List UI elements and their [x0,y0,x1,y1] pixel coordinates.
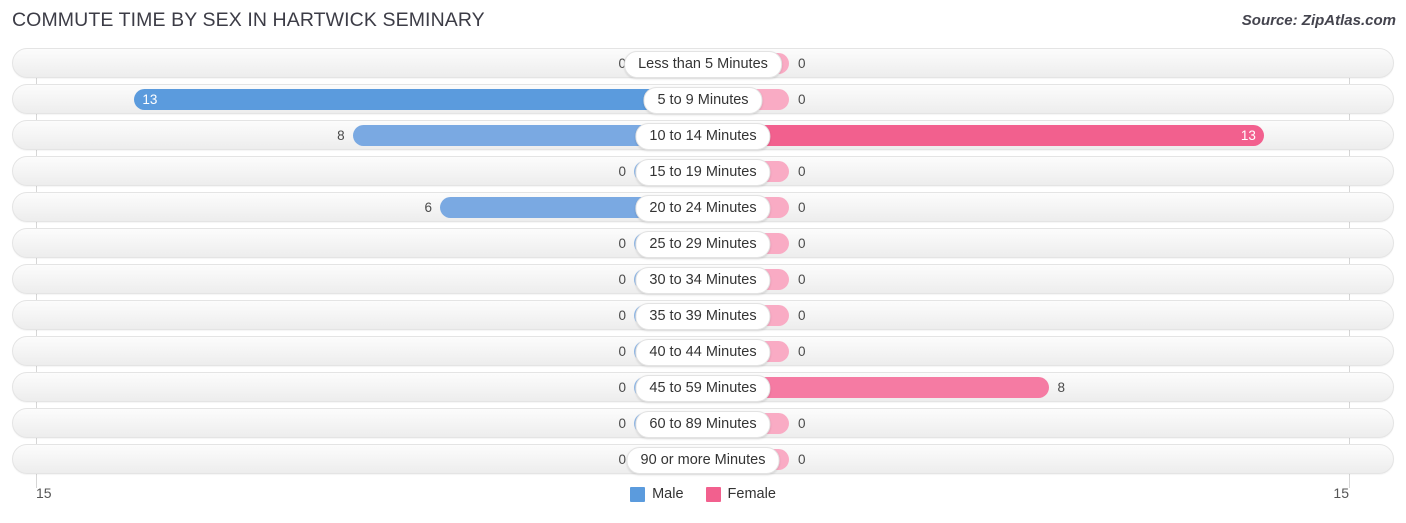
value-label-female: 0 [798,164,806,179]
value-label-female: 0 [798,308,806,323]
table-row: 0 0 Less than 5 Minutes [12,48,1394,78]
value-label-female: 0 [798,416,806,431]
value-label-female: 0 [798,56,806,71]
value-label-male: 13 [142,92,158,107]
category-label: 10 to 14 Minutes [635,123,771,150]
table-row: 0 0 40 to 44 Minutes [12,336,1394,366]
value-label-male: 0 [618,344,626,359]
value-label-male: 6 [424,200,432,215]
value-label-male: 0 [618,272,626,287]
category-label: 25 to 29 Minutes [635,231,771,258]
table-row: 8 13 10 to 14 Minutes [12,120,1394,150]
table-row: 13 0 5 to 9 Minutes [12,84,1394,114]
legend-swatch-icon [705,486,721,502]
value-label-male: 0 [618,452,626,467]
category-label: 45 to 59 Minutes [635,375,771,402]
chart-plot-area: 0 0 Less than 5 Minutes 13 0 5 to 9 Minutes 8 1… [12,48,1394,488]
value-label-male: 0 [618,308,626,323]
category-label: 90 or more Minutes [626,447,780,474]
value-label-female: 0 [798,92,806,107]
value-label-male: 0 [618,56,626,71]
legend-label: Male [652,486,684,502]
table-row: 0 0 25 to 29 Minutes [12,228,1394,258]
value-label-male: 0 [618,380,626,395]
value-label-female: 0 [798,200,806,215]
chart-legend: Male Female [12,486,1394,502]
value-label-female: 13 [1240,128,1256,143]
value-label-female: 8 [1057,380,1066,395]
category-label: 60 to 89 Minutes [635,411,771,438]
legend-item[interactable]: Female [705,486,776,502]
category-label: 30 to 34 Minutes [635,267,771,294]
value-label-male: 8 [337,128,345,143]
value-label-male: 0 [618,164,626,179]
bar-male [134,89,702,110]
value-label-female: 0 [798,344,806,359]
category-label: Less than 5 Minutes [624,51,782,78]
table-row: 6 0 20 to 24 Minutes [12,192,1394,222]
table-row: 0 0 15 to 19 Minutes [12,156,1394,186]
chart-header: COMMUTE TIME BY SEX IN HARTWICK SEMINARY… [0,0,1406,42]
table-row: 0 0 60 to 89 Minutes [12,408,1394,438]
value-label-female: 0 [798,272,806,287]
legend-item[interactable]: Male [630,486,684,502]
chart-footer: 15 15 Male Female [12,483,1394,517]
category-label: 5 to 9 Minutes [643,87,763,114]
value-label-male: 0 [618,416,626,431]
value-label-female: 0 [798,452,806,467]
category-label: 15 to 19 Minutes [635,159,771,186]
table-row: 0 0 90 or more Minutes [12,444,1394,474]
table-row: 0 8 45 to 59 Minutes [12,372,1394,402]
page-title: COMMUTE TIME BY SEX IN HARTWICK SEMINARY [12,9,485,31]
table-row: 0 0 30 to 34 Minutes [12,264,1394,294]
bar-female [704,125,1264,146]
value-label-female: 0 [798,236,806,251]
category-label: 35 to 39 Minutes [635,303,771,330]
category-label: 40 to 44 Minutes [635,339,771,366]
table-row: 0 0 35 to 39 Minutes [12,300,1394,330]
legend-label: Female [727,486,776,502]
category-label: 20 to 24 Minutes [635,195,771,222]
source-attribution: Source: ZipAtlas.com [1241,12,1396,29]
value-label-male: 0 [618,236,626,251]
legend-swatch-icon [630,486,646,502]
